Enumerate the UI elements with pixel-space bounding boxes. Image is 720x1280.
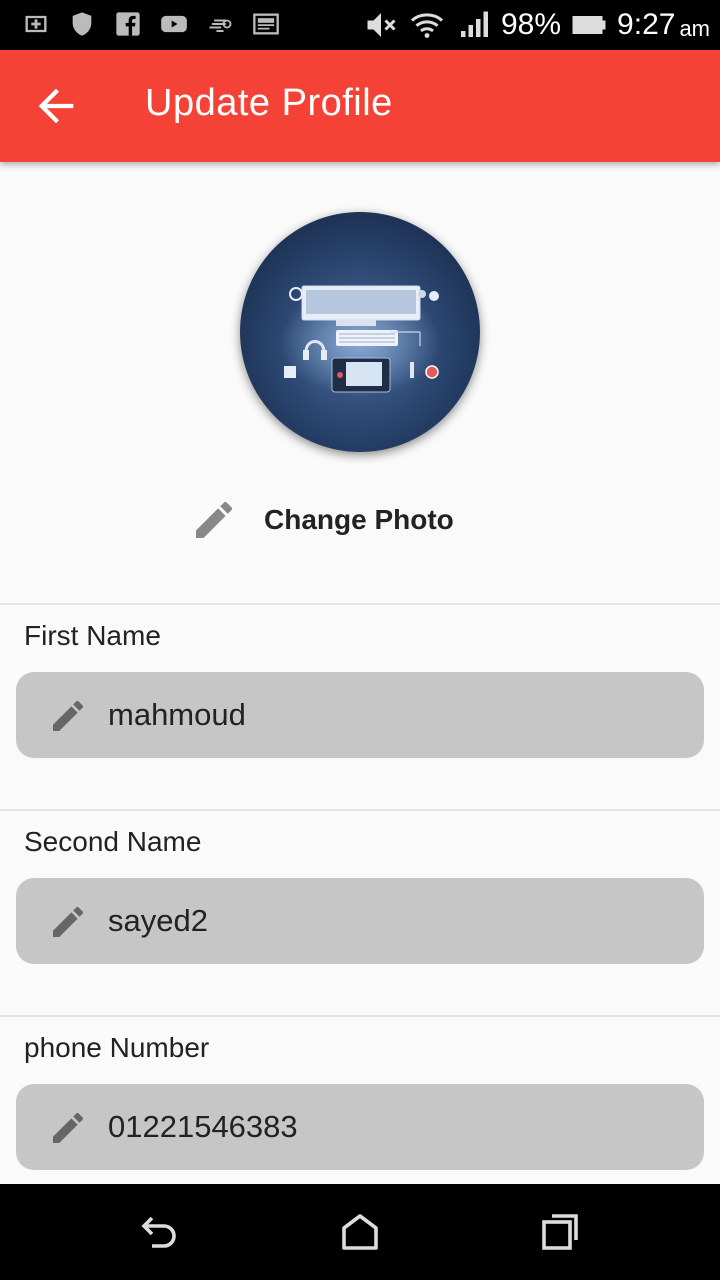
change-photo-label: Change Photo: [264, 504, 454, 535]
first-name-label: First Name: [24, 620, 161, 651]
speed-app-icon: [209, 19, 232, 33]
add-box-icon: [25, 15, 47, 33]
system-indicators: 98% 9:27 am: [363, 0, 710, 50]
pencil-icon: [196, 501, 232, 538]
wifi-icon: [410, 13, 444, 38]
shield-icon: [72, 12, 92, 36]
page-title: Update Profile: [145, 82, 393, 124]
divider: [0, 1015, 720, 1017]
second-name-input[interactable]: [108, 878, 668, 964]
clock-ampm: am: [679, 16, 710, 41]
notification-icons: [22, 10, 280, 38]
change-photo-button[interactable]: Change Photo: [190, 494, 454, 546]
pencil-icon: [53, 1112, 83, 1143]
app-bar: Update Profile: [0, 50, 720, 162]
phone-number-input[interactable]: [108, 1084, 668, 1170]
facebook-icon: [116, 12, 140, 36]
profile-avatar[interactable]: [240, 212, 480, 452]
recents-nav-icon[interactable]: [536, 1208, 584, 1256]
status-bar: 98% 9:27 am: [0, 0, 720, 50]
muted-icon: [367, 13, 396, 37]
signal-icon: [461, 11, 488, 37]
divider: [0, 603, 720, 605]
pencil-icon: [53, 906, 83, 937]
second-name-field[interactable]: [16, 878, 704, 964]
navigation-bar: [0, 1184, 720, 1280]
pencil-icon: [53, 700, 83, 731]
image-icon: [253, 13, 279, 35]
second-name-label: Second Name: [24, 826, 202, 857]
back-nav-icon[interactable]: [136, 1208, 184, 1256]
home-nav-icon[interactable]: [336, 1208, 384, 1256]
battery-icon: [572, 16, 606, 34]
divider: [0, 809, 720, 811]
youtube-icon: [161, 15, 187, 33]
battery-percentage: 98%: [501, 8, 562, 41]
first-name-field[interactable]: [16, 672, 704, 758]
phone-number-label: phone Number: [24, 1032, 210, 1063]
clock: 9:27: [617, 8, 676, 41]
desk-illustration: [240, 212, 480, 452]
arrow-back-icon[interactable]: [30, 80, 82, 132]
phone-number-field[interactable]: [16, 1084, 704, 1170]
first-name-input[interactable]: [108, 672, 668, 758]
